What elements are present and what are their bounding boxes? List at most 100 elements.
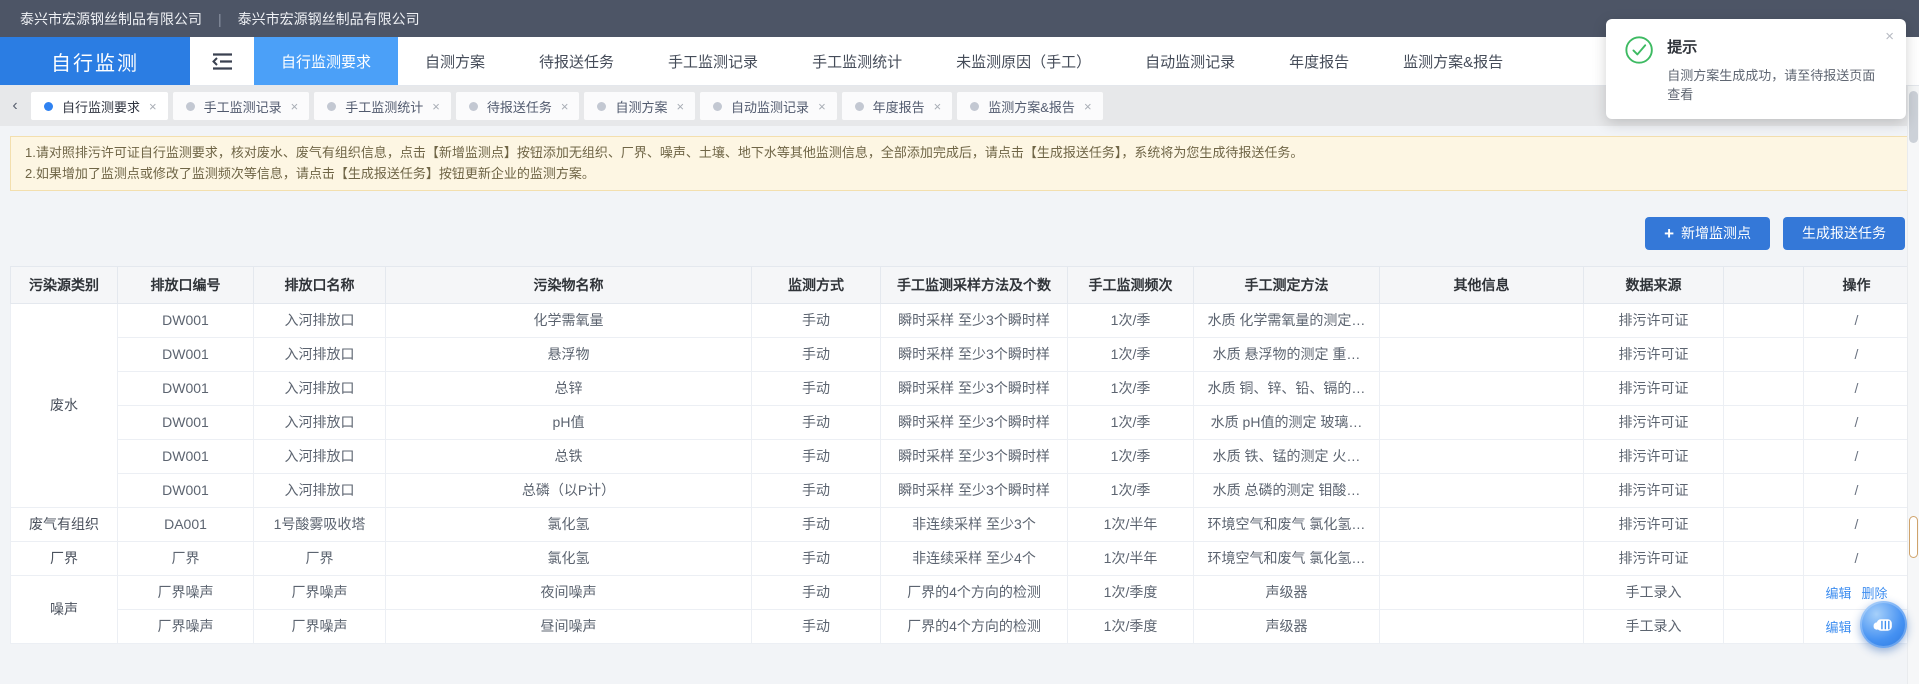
add-monitoring-point-button[interactable]: + 新增监测点 — [1645, 217, 1770, 250]
cell-method: 手动 — [752, 405, 881, 439]
scrollbar-marker — [1909, 516, 1918, 558]
tab-pending-report-tasks[interactable]: 待报送任务 — [512, 37, 641, 85]
cell-sampling: 非连续采样 至少3个 — [881, 507, 1068, 541]
inactive-dot-icon — [469, 102, 478, 111]
cell-blank — [1724, 541, 1804, 575]
close-icon[interactable]: × — [934, 100, 942, 113]
op-placeholder: / — [1855, 482, 1859, 498]
view-chip-manual-monitoring-stats[interactable]: 手工监测统计 × — [314, 92, 451, 120]
category-wastewater: 废水 — [11, 303, 118, 507]
cell-determination: 水质 总磷的测定 钼酸… — [1194, 473, 1380, 507]
cell-determination: 水质 铜、锌、铅、镉的… — [1194, 371, 1380, 405]
close-icon[interactable]: × — [432, 100, 440, 113]
close-icon[interactable]: × — [818, 100, 826, 113]
view-chip-manual-monitoring-records[interactable]: 手工监测记录 × — [173, 92, 310, 120]
module-title: 自行监测 — [0, 37, 190, 85]
cell-frequency: 1次/季 — [1068, 337, 1194, 371]
close-icon[interactable]: × — [1084, 100, 1092, 113]
active-dot-icon — [44, 102, 53, 111]
cell-other-info — [1380, 575, 1584, 609]
table-row: DW001 入河排放口 pH值 手动 瞬时采样 至少3个瞬时样 1次/季 水质 … — [11, 405, 1910, 439]
cell-method: 手动 — [752, 609, 881, 643]
cell-pollutant: 氯化氢 — [386, 541, 752, 575]
chip-label: 监测方案&报告 — [988, 97, 1075, 116]
chip-label: 自动监测记录 — [731, 97, 809, 116]
cell-method: 手动 — [752, 473, 881, 507]
cell-outlet-name: 入河排放口 — [254, 303, 386, 337]
scrollbar-thumb[interactable] — [1909, 91, 1918, 143]
cell-operations: / — [1804, 507, 1910, 541]
op-placeholder: / — [1855, 346, 1859, 362]
tab-manual-monitoring-records[interactable]: 手工监测记录 — [641, 37, 785, 85]
table-row: DW001 入河排放口 悬浮物 手动 瞬时采样 至少3个瞬时样 1次/季 水质 … — [11, 337, 1910, 371]
cell-sampling: 瞬时采样 至少3个瞬时样 — [881, 337, 1068, 371]
company-name-secondary[interactable]: 泰兴市宏源钢丝制品有限公司 — [238, 9, 420, 29]
close-icon[interactable]: × — [149, 100, 157, 113]
cell-operations: / — [1804, 303, 1910, 337]
cell-method: 手动 — [752, 507, 881, 541]
tab-manual-monitoring-stats[interactable]: 手工监测统计 — [785, 37, 929, 85]
view-chip-auto-monitoring-records[interactable]: 自动监测记录 × — [700, 92, 837, 120]
cell-frequency: 1次/季 — [1068, 303, 1194, 337]
cell-sampling: 瞬时采样 至少3个瞬时样 — [881, 439, 1068, 473]
close-icon[interactable]: × — [676, 100, 684, 113]
cell-pollutant: 昼间噪声 — [386, 609, 752, 643]
cell-data-source: 手工录入 — [1584, 609, 1724, 643]
tab-auto-monitoring-records[interactable]: 自动监测记录 — [1118, 37, 1262, 85]
cell-pollutant: 氯化氢 — [386, 507, 752, 541]
plus-icon: + — [1664, 225, 1674, 242]
company-name-primary[interactable]: 泰兴市宏源钢丝制品有限公司 — [20, 9, 202, 29]
success-check-icon — [1624, 34, 1654, 66]
close-icon[interactable]: × — [1885, 29, 1894, 44]
collapse-menu-button[interactable] — [190, 37, 254, 85]
monitoring-requirements-table: 污染源类别 排放口编号 排放口名称 污染物名称 监测方式 手工监测采样方法及个数… — [10, 266, 1910, 644]
tab-unmonitored-reason[interactable]: 未监测原因（手工） — [929, 37, 1118, 85]
cell-other-info — [1380, 439, 1584, 473]
chevron-left-icon[interactable]: ‹ — [4, 97, 26, 115]
view-chip-annual-report[interactable]: 年度报告 × — [842, 92, 953, 120]
cell-blank — [1724, 405, 1804, 439]
view-chip-monitoring-plan-report[interactable]: 监测方案&报告 × — [957, 92, 1102, 120]
cell-sampling: 厂界的4个方向的检测 — [881, 609, 1068, 643]
cell-frequency: 1次/半年 — [1068, 541, 1194, 575]
generate-report-task-button[interactable]: 生成报送任务 — [1783, 217, 1905, 250]
tab-self-monitoring-requirements[interactable]: 自行监测要求 — [254, 37, 398, 85]
cell-outlet-name: 入河排放口 — [254, 405, 386, 439]
cell-other-info — [1380, 609, 1584, 643]
delete-link[interactable]: 删除 — [1862, 586, 1888, 601]
cell-method: 手动 — [752, 439, 881, 473]
cell-method: 手动 — [752, 371, 881, 405]
cell-outlet-number: DW001 — [118, 371, 254, 405]
cell-data-source: 排污许可证 — [1584, 405, 1724, 439]
header-other-info: 其他信息 — [1380, 266, 1584, 303]
cell-other-info — [1380, 405, 1584, 439]
cell-outlet-number: 厂界噪声 — [118, 575, 254, 609]
cell-sampling: 厂界的4个方向的检测 — [881, 575, 1068, 609]
cell-data-source: 手工录入 — [1584, 575, 1724, 609]
tab-annual-report[interactable]: 年度报告 — [1262, 37, 1376, 85]
cell-frequency: 1次/季 — [1068, 473, 1194, 507]
edit-link[interactable]: 编辑 — [1825, 586, 1851, 601]
op-placeholder: / — [1855, 380, 1859, 396]
page-scrollbar[interactable] — [1907, 86, 1919, 684]
cell-outlet-name: 入河排放口 — [254, 439, 386, 473]
cell-operations: / — [1804, 473, 1910, 507]
chip-label: 自测方案 — [615, 97, 667, 116]
tab-monitoring-plan-report[interactable]: 监测方案&报告 — [1376, 37, 1530, 85]
view-chip-pending-report-tasks[interactable]: 待报送任务 × — [456, 92, 580, 120]
header-frequency: 手工监测频次 — [1068, 266, 1194, 303]
tab-self-test-plan[interactable]: 自测方案 — [398, 37, 512, 85]
view-chip-self-test-plan[interactable]: 自测方案 × — [584, 92, 695, 120]
close-icon[interactable]: × — [561, 100, 569, 113]
cell-operations: / — [1804, 405, 1910, 439]
cell-other-info — [1380, 473, 1584, 507]
op-placeholder: / — [1855, 516, 1859, 532]
close-icon[interactable]: × — [291, 100, 299, 113]
edit-link[interactable]: 编辑 — [1825, 620, 1851, 635]
cell-operations: / — [1804, 371, 1910, 405]
floating-assistant-button[interactable] — [1860, 601, 1907, 648]
cell-frequency: 1次/季 — [1068, 405, 1194, 439]
cell-frequency: 1次/季度 — [1068, 609, 1194, 643]
cell-pollutant: 悬浮物 — [386, 337, 752, 371]
view-chip-self-monitoring-requirements[interactable]: 自行监测要求 × — [31, 92, 168, 120]
